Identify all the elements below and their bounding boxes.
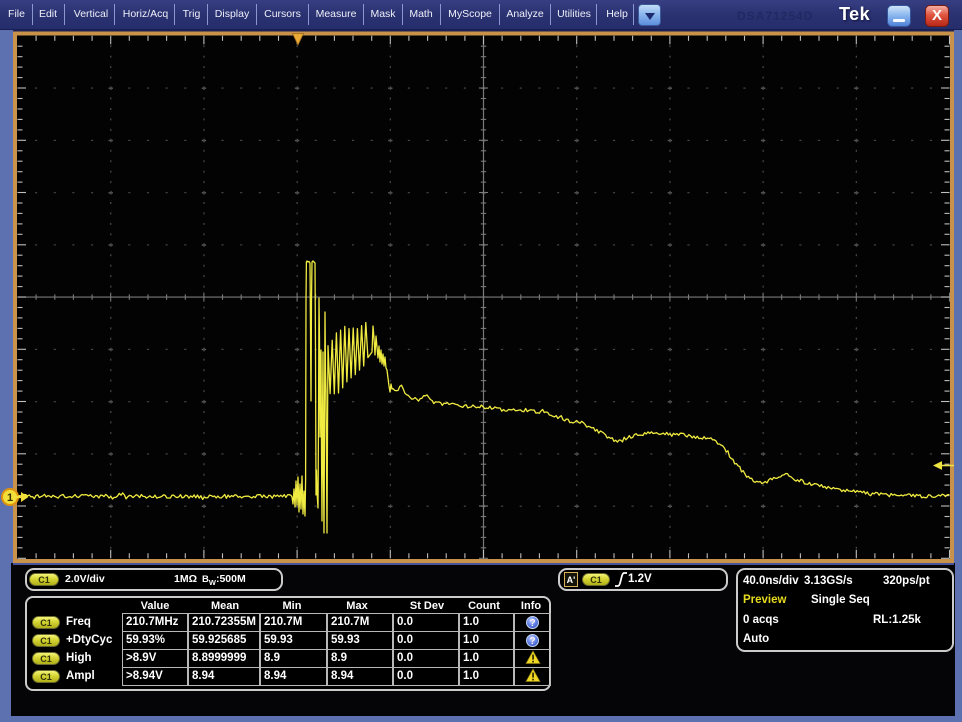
svg-text:1: 1 bbox=[7, 492, 13, 504]
